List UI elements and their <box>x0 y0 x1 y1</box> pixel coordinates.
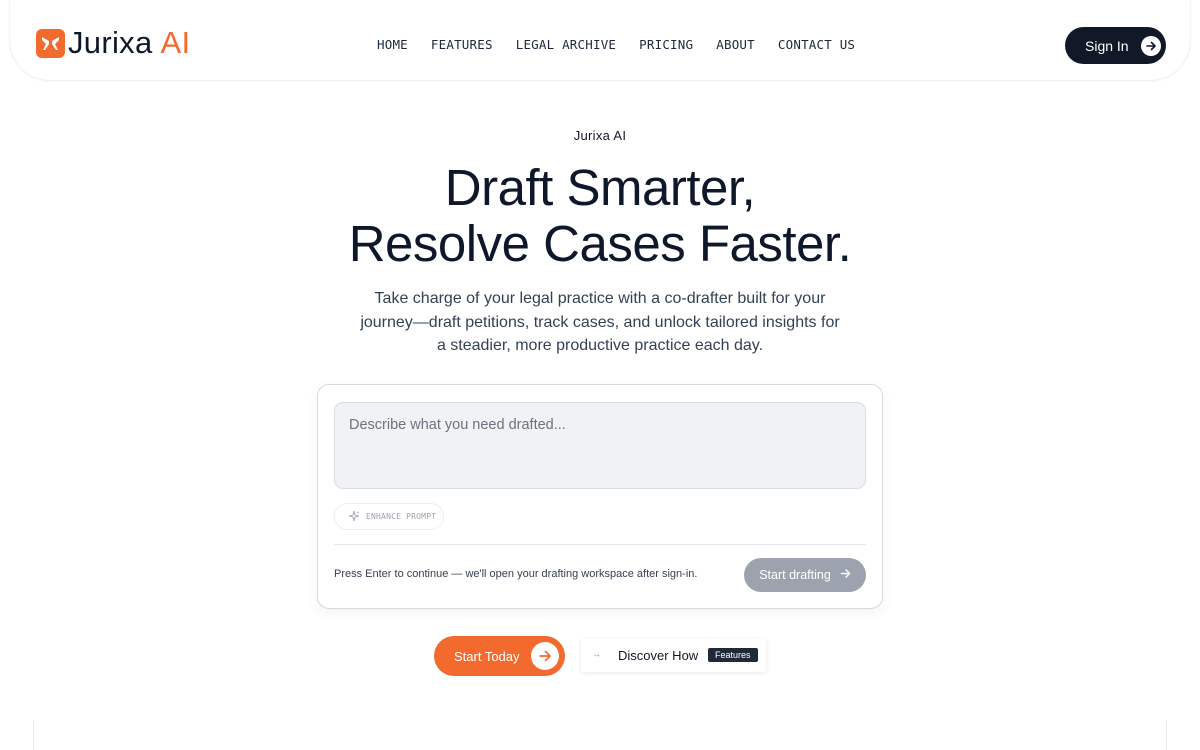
sign-in-label: Sign In <box>1085 37 1129 54</box>
arrow-right-icon <box>840 568 851 582</box>
hero-subtext: Take charge of your legal practice with … <box>360 290 840 354</box>
logo-mark-icon <box>36 28 65 58</box>
nav-about[interactable]: ABOUT <box>716 37 755 52</box>
start-drafting-label: Start drafting <box>759 568 831 582</box>
logo[interactable]: Jurixa AI <box>36 27 190 59</box>
discover-how-label: Discover How <box>618 648 699 663</box>
site-header: Jurixa AI HOME FEATURES LEGAL ARCHIVE PRI… <box>10 0 1190 80</box>
headline-line-1: Draft Smarter, <box>444 159 756 216</box>
nav-home[interactable]: HOME <box>377 37 408 52</box>
hero-headline: Draft Smarter, Resolve Cases Faster. <box>0 160 1200 272</box>
enhance-prompt-button[interactable]: ENHANCE PROMPT <box>334 503 444 530</box>
arrow-right-icon <box>531 642 559 670</box>
drafting-prompt-input[interactable] <box>334 402 866 489</box>
start-drafting-button[interactable]: Start drafting <box>744 558 866 592</box>
sign-in-button[interactable]: Sign In <box>1065 27 1166 64</box>
brand-name: Jurixa <box>68 25 153 60</box>
arrow-right-icon: → <box>592 649 601 659</box>
main-nav: HOME FEATURES LEGAL ARCHIVE PRICING ABOU… <box>377 37 855 52</box>
nav-pricing[interactable]: PRICING <box>639 37 693 52</box>
drafting-prompt-card: ENHANCE PROMPT Press Enter to continue —… <box>317 384 883 609</box>
enhance-prompt-label: ENHANCE PROMPT <box>366 512 437 521</box>
start-today-label: Start Today <box>454 648 520 664</box>
card-divider <box>334 544 866 545</box>
arrow-right-icon <box>1140 35 1161 56</box>
submit-hint: Press Enter to continue — we'll open you… <box>334 568 698 580</box>
start-today-button[interactable]: Start Today <box>434 636 565 676</box>
brand-suffix: AI <box>160 25 191 60</box>
discover-how-button[interactable]: → Discover How Features <box>581 639 766 672</box>
nav-features[interactable]: FEATURES <box>431 37 493 52</box>
section-frame-right <box>1166 720 1167 750</box>
logo-wordmark: Jurixa AI <box>68 27 190 59</box>
features-badge: Features <box>708 648 758 662</box>
nav-legal-archive[interactable]: LEGAL ARCHIVE <box>516 37 616 52</box>
section-frame-left <box>33 720 34 750</box>
nav-contact-us[interactable]: CONTACT US <box>778 37 855 52</box>
sparkles-icon <box>348 510 360 524</box>
headline-line-2: Resolve Cases Faster. <box>348 215 852 272</box>
hero-eyebrow: Jurixa AI <box>573 128 627 143</box>
